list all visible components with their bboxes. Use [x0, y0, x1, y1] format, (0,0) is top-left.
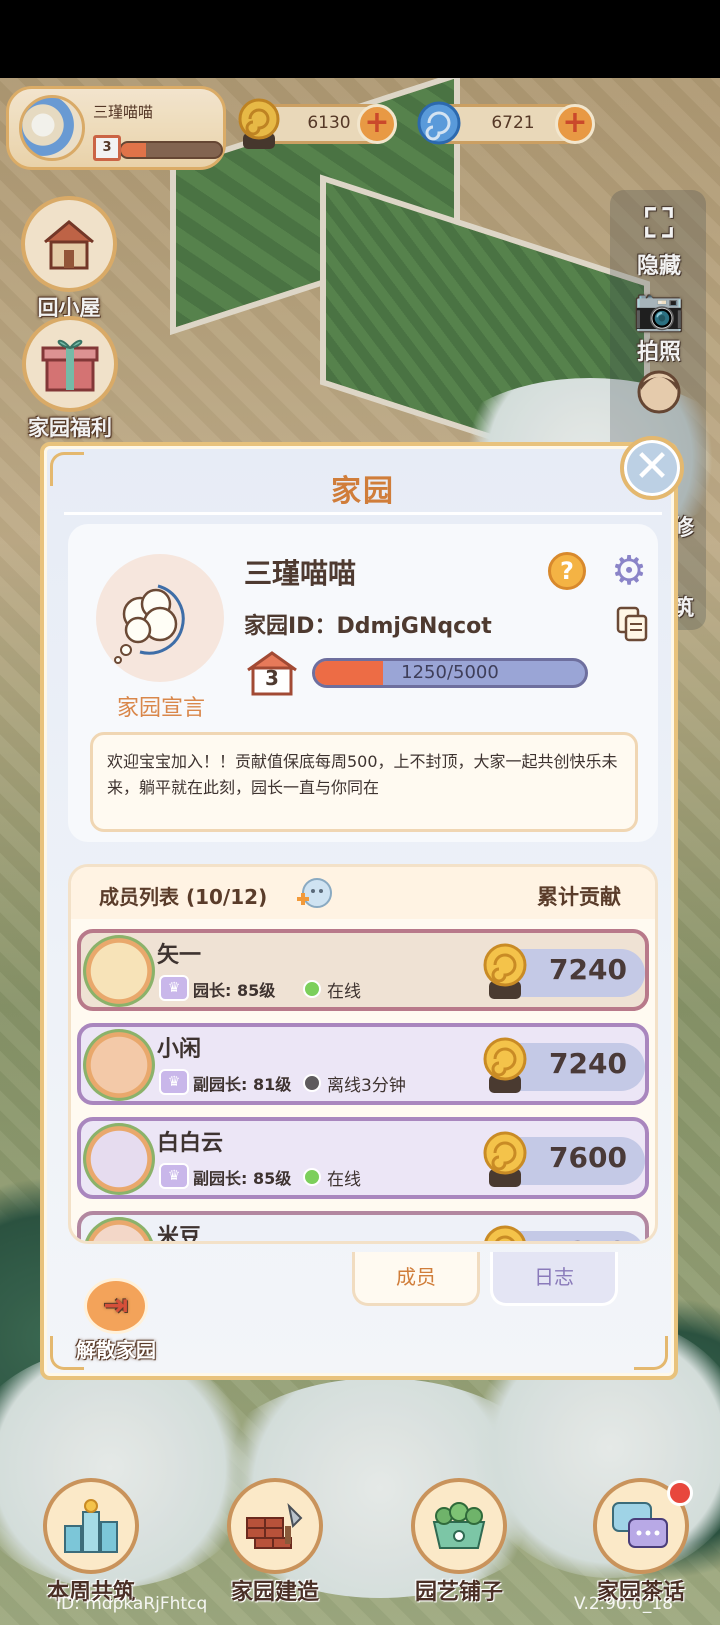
status-dot — [303, 980, 321, 998]
members-list-title: 成员列表 (10/12) — [99, 885, 268, 909]
members-header: 成员列表 (10/12) 累计贡献 — [71, 867, 655, 919]
tab-members[interactable]: 成员 — [352, 1252, 480, 1306]
home-exp-text: 1250/5000 — [401, 662, 499, 683]
ornament-corner — [634, 1336, 668, 1370]
member-contribution: 7600 — [549, 1141, 627, 1174]
crown-house-icon: ♛ — [159, 1069, 189, 1095]
home-modal: 家园 家园宣言 三瑾喵喵 ? ⚙ 家园ID：DdmjGNqcot 3 1250/… — [40, 442, 678, 1380]
question-mark-icon[interactable]: ? — [548, 552, 586, 590]
flower-basket-icon — [411, 1478, 507, 1574]
member-contribution: 7240 — [549, 953, 627, 986]
member-name: 矢一 — [157, 943, 202, 968]
member-row[interactable]: 矢一 ♛ 园长: 85级 在线 7240 — [77, 929, 649, 1011]
member-row[interactable]: 米豆 7270 — [77, 1211, 649, 1244]
home-name: 三瑾喵喵 — [244, 557, 357, 590]
system-status-bar — [0, 0, 720, 78]
members-panel: 成员列表 (10/12) 累计贡献 矢一 ♛ 园长: 85级 在线 7240 小闲 ♛ 副园长… — [68, 864, 658, 1244]
member-contribution: 7270 — [535, 1235, 641, 1241]
member-avatar — [83, 1217, 155, 1241]
home-emblem-avatar[interactable] — [96, 554, 224, 682]
home-declaration-label[interactable]: 家园宣言 — [82, 690, 240, 722]
member-status: 离线3分钟 — [327, 1076, 406, 1096]
gear-icon[interactable]: ⚙ — [608, 550, 650, 592]
member-row[interactable]: 白白云 ♛ 副园长: 85级 在线 7600 — [77, 1117, 649, 1199]
disband-home-label: 解散家园 — [76, 1338, 156, 1362]
gardening-shop-label: 园艺铺子 — [414, 1580, 503, 1605]
member-name: 白白云 — [157, 1131, 224, 1156]
member-status: 在线 — [327, 982, 361, 1002]
home-exp-bar: 1250/5000 — [312, 658, 588, 688]
home-id-label: 家园ID： — [244, 614, 337, 639]
notification-dot — [667, 1480, 693, 1506]
status-dot — [303, 1168, 321, 1186]
tab-log[interactable]: 日志 — [490, 1252, 618, 1306]
home-chat-button[interactable]: 家园茶话 — [586, 1478, 696, 1606]
home-id-value: DdmjGNqcot — [336, 614, 492, 639]
user-id-text: ID: mdpkaRjFhtcq — [56, 1594, 208, 1614]
snail-trophy-icon — [483, 1131, 527, 1187]
member-role: 副园长: 85级 — [193, 1169, 292, 1188]
member-contribution: 7240 — [549, 1047, 627, 1080]
snail-trophy-icon — [483, 1037, 527, 1093]
home-level-badge: 3 — [244, 650, 300, 696]
weekly-build-button[interactable]: 本周共筑 — [36, 1478, 146, 1606]
snail-trophy-icon — [483, 943, 527, 999]
disband-home-button[interactable]: ⇥ 解散家园 — [66, 1278, 166, 1363]
member-status: 在线 — [327, 1170, 361, 1190]
crown-house-icon: ♛ — [159, 975, 189, 1001]
member-avatar — [83, 935, 155, 1007]
modal-title: 家园 — [331, 474, 395, 509]
version-text: V.2.90.0_18 — [574, 1594, 674, 1614]
member-role: 副园长: 81级 — [193, 1075, 292, 1094]
contribution-title: 累计贡献 — [537, 885, 621, 909]
podium-icon — [43, 1478, 139, 1574]
member-avatar — [83, 1123, 155, 1195]
home-id: 家园ID：DdmjGNqcot — [244, 608, 492, 640]
home-level-value: 3 — [265, 666, 279, 690]
status-dot — [303, 1074, 321, 1092]
title-divider — [64, 512, 662, 515]
snail-trophy-icon — [484, 1225, 526, 1241]
home-construction-button[interactable]: 家园建造 — [220, 1478, 330, 1606]
home-construction-label: 家园建造 — [230, 1580, 319, 1605]
crown-house-icon: ♛ — [159, 1163, 189, 1189]
close-icon[interactable]: ✕ — [620, 436, 684, 500]
member-row[interactable]: 小闲 ♛ 副园长: 81级 离线3分钟 7240 — [77, 1023, 649, 1105]
member-name: 米豆 — [157, 1225, 202, 1244]
chat-bubbles-icon — [593, 1478, 693, 1574]
home-info-panel: 家园宣言 三瑾喵喵 ? ⚙ 家园ID：DdmjGNqcot 3 1250/500… — [68, 524, 658, 842]
home-declaration-text: 欢迎宝宝加入！！贡献值保底每周500，上不封顶，大家一起共创快乐未来，躺平就在此… — [90, 732, 638, 832]
member-name: 小闲 — [157, 1037, 202, 1062]
gardening-shop-button[interactable]: 园艺铺子 — [404, 1478, 514, 1606]
brick-trowel-icon — [227, 1478, 323, 1574]
invite-member-icon[interactable] — [293, 875, 333, 913]
member-role: 园长: 85级 — [193, 981, 276, 1000]
exit-door-icon: ⇥ — [84, 1278, 148, 1334]
member-avatar — [83, 1029, 155, 1101]
copy-icon[interactable] — [614, 606, 650, 642]
